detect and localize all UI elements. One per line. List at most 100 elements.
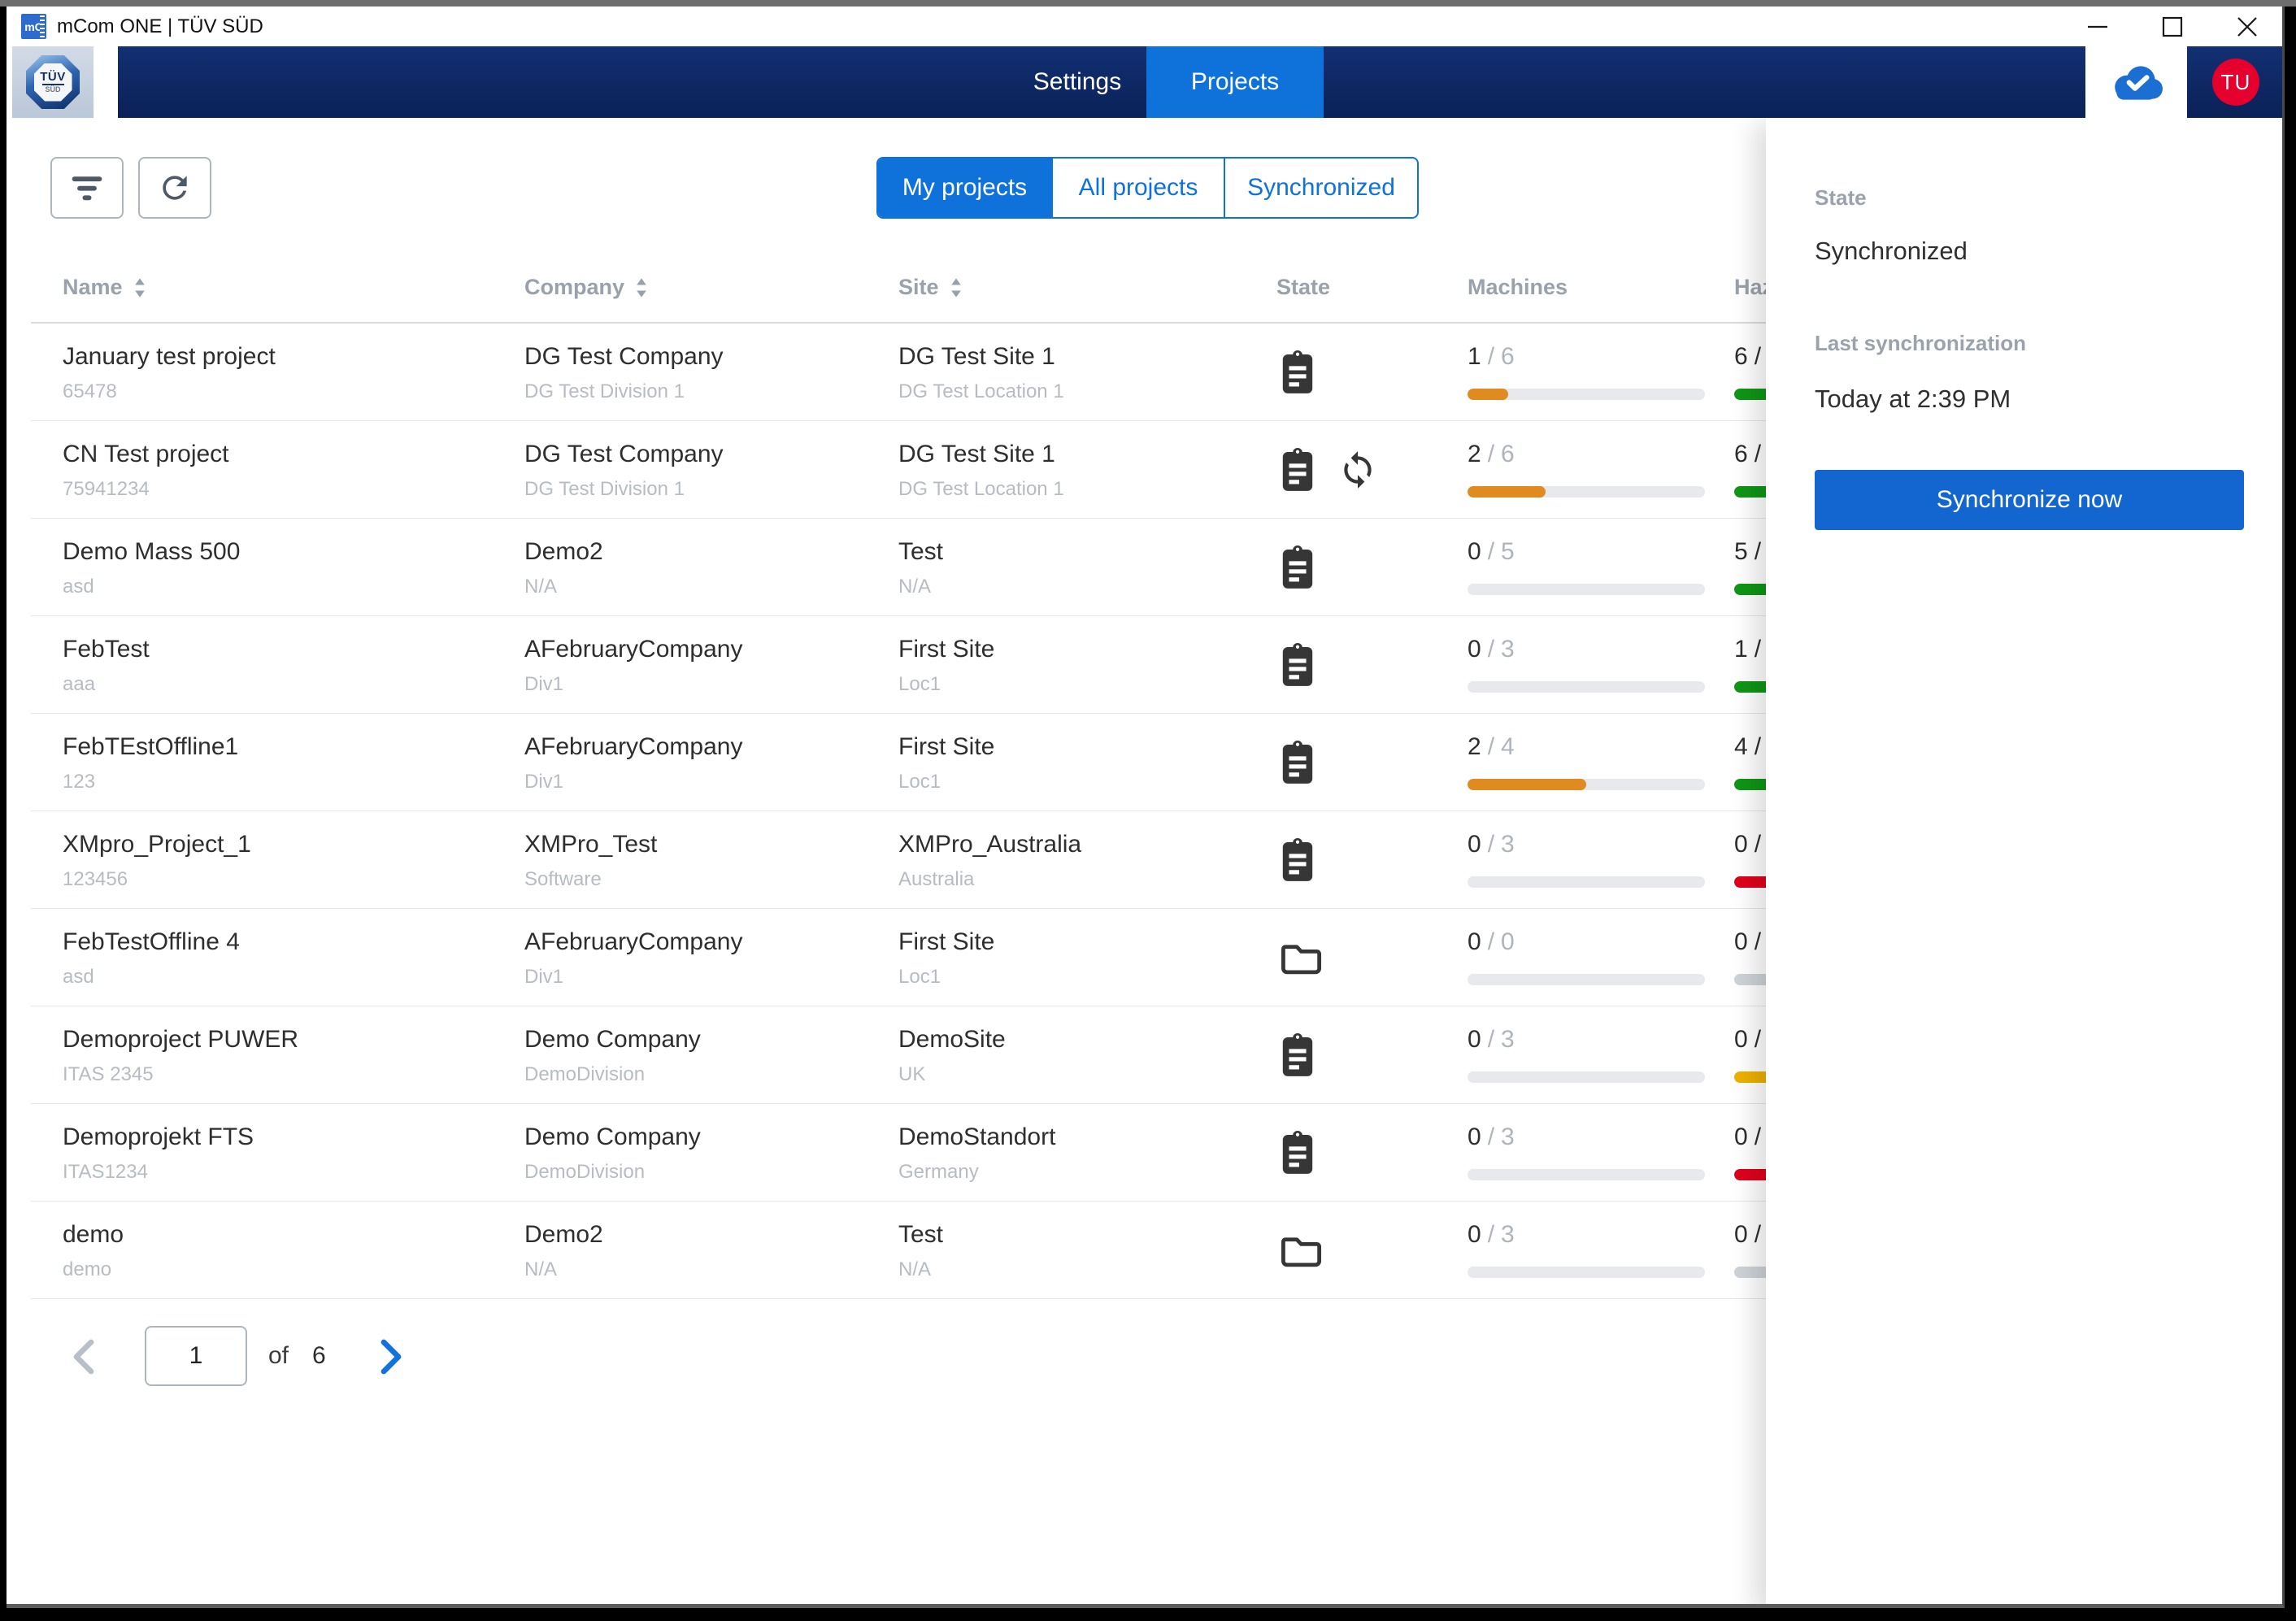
sync-state-value: Synchronized [1815,237,1968,265]
nav-tab-projects[interactable]: Projects [1146,46,1324,118]
hazards-count: 6/ [1734,343,1762,370]
site-name: DG Test Site 1 [898,343,1055,370]
company-name: Demo2 [524,538,603,565]
refresh-button[interactable] [138,157,211,219]
machines-progress-bar [1468,1169,1705,1180]
column-header-company[interactable]: Company [524,275,647,300]
nav-tab-settings[interactable]: Settings [1008,46,1146,118]
machines-count: 0/3 [1468,1026,1515,1053]
company-name: Demo Company [524,1026,701,1053]
filter-icon [69,170,105,206]
project-id: asd [63,576,94,598]
sort-icon[interactable] [636,278,647,298]
app-icon-ruler [40,15,45,37]
project-id: ITAS 2345 [63,1063,154,1085]
site-name: Test [898,538,944,565]
machines-progress-bar [1468,876,1705,888]
last-sync-label: Last synchronization [1815,331,2027,355]
machines-count: 0/3 [1468,1123,1515,1150]
hazards-count: 1/ [1734,636,1762,663]
last-sync-value: Today at 2:39 PM [1815,385,2011,413]
machines-count: 0/3 [1468,1221,1515,1248]
maximize-icon [2162,16,2183,37]
company-name: Demo Company [524,1123,701,1150]
cloud-check-icon [2114,66,2163,100]
sync-status-button[interactable] [2085,46,2187,118]
project-name: January test project [63,343,276,370]
project-id: ITAS1234 [63,1161,148,1183]
site-name: First Site [898,928,995,955]
site-name: DemoStandort [898,1123,1056,1150]
company-name: AFebruaryCompany [524,636,743,663]
site-name: XMPro_Australia [898,831,1082,858]
sort-icon[interactable] [134,278,146,298]
machines-count: 0/5 [1468,538,1515,565]
division-name: Div1 [524,966,564,988]
project-name: Demoproject PUWER [63,1026,299,1053]
location-name: Germany [898,1161,979,1183]
location-name: Australia [898,868,975,890]
machines-count: 0/0 [1468,928,1515,955]
project-view-tabs: My projects All projects Synchronized [876,157,1419,219]
user-menu[interactable]: TU [2187,46,2282,118]
tab-synchronized[interactable]: Synchronized [1224,159,1417,217]
user-avatar[interactable]: TU [2212,59,2259,106]
column-header-machines: Machines [1468,275,1568,299]
next-page-button[interactable] [377,1337,405,1376]
division-name: Software [524,868,602,890]
project-name: CN Test project [63,441,229,467]
location-name: DG Test Location 1 [898,478,1064,500]
project-name: demo [63,1221,124,1248]
project-id: 65478 [63,380,117,402]
project-name: XMpro_Project_1 [63,831,251,858]
machines-count: 1/6 [1468,343,1515,370]
folder-state-icon [1279,939,1323,976]
site-name: DG Test Site 1 [898,441,1055,467]
machines-progress-bar [1468,486,1705,498]
company-name: AFebruaryCompany [524,928,743,955]
division-name: Div1 [524,771,564,793]
machines-count: 0/3 [1468,636,1515,663]
company-name: XMPro_Test [524,831,658,858]
sync-state-label: State [1815,185,1867,210]
tab-my-projects[interactable]: My projects [878,159,1051,217]
location-name: Loc1 [898,966,941,988]
minimize-button[interactable] [2060,7,2135,46]
tab-all-projects[interactable]: All projects [1051,159,1224,217]
machines-progress-bar [1468,389,1705,400]
checklist-state-icon [1279,446,1316,493]
location-name: UK [898,1063,926,1085]
site-name: DemoSite [898,1026,1006,1053]
previous-page-button[interactable] [70,1337,98,1376]
close-button[interactable] [2210,7,2282,46]
machines-count: 0/3 [1468,831,1515,858]
company-name: AFebruaryCompany [524,733,743,760]
division-name: N/A [524,1258,558,1280]
column-header-site[interactable]: Site [898,275,962,300]
project-name: FebTestOffline 4 [63,928,240,955]
minimize-icon [2088,25,2107,28]
site-name: Test [898,1221,944,1248]
main-nav-bar: Settings Projects [118,46,2085,118]
page-number-input[interactable] [145,1326,247,1386]
location-name: DG Test Location 1 [898,380,1064,402]
project-name: FebTest [63,636,150,663]
pagination-of-label: of [268,1342,289,1369]
machines-count: 2/6 [1468,441,1515,467]
chevron-right-icon [377,1337,405,1376]
checklist-state-icon [1279,739,1316,786]
title-bar[interactable]: mC mCom ONE | TÜV SÜD [7,7,2282,46]
checklist-state-icon [1279,641,1316,689]
maximize-button[interactable] [2135,7,2210,46]
synchronize-now-button[interactable]: Synchronize now [1815,470,2244,530]
sync-status-panel: State Synchronized Last synchronization … [1766,118,2282,1604]
column-header-state: State [1276,275,1331,299]
sort-icon[interactable] [950,278,962,298]
location-name: N/A [898,1258,932,1280]
hazards-count: 0/ [1734,831,1762,858]
location-name: N/A [898,576,932,598]
location-name: Loc1 [898,673,941,695]
column-header-name[interactable]: Name [63,275,146,300]
project-id: 75941234 [63,478,150,500]
filter-button[interactable] [50,157,124,219]
